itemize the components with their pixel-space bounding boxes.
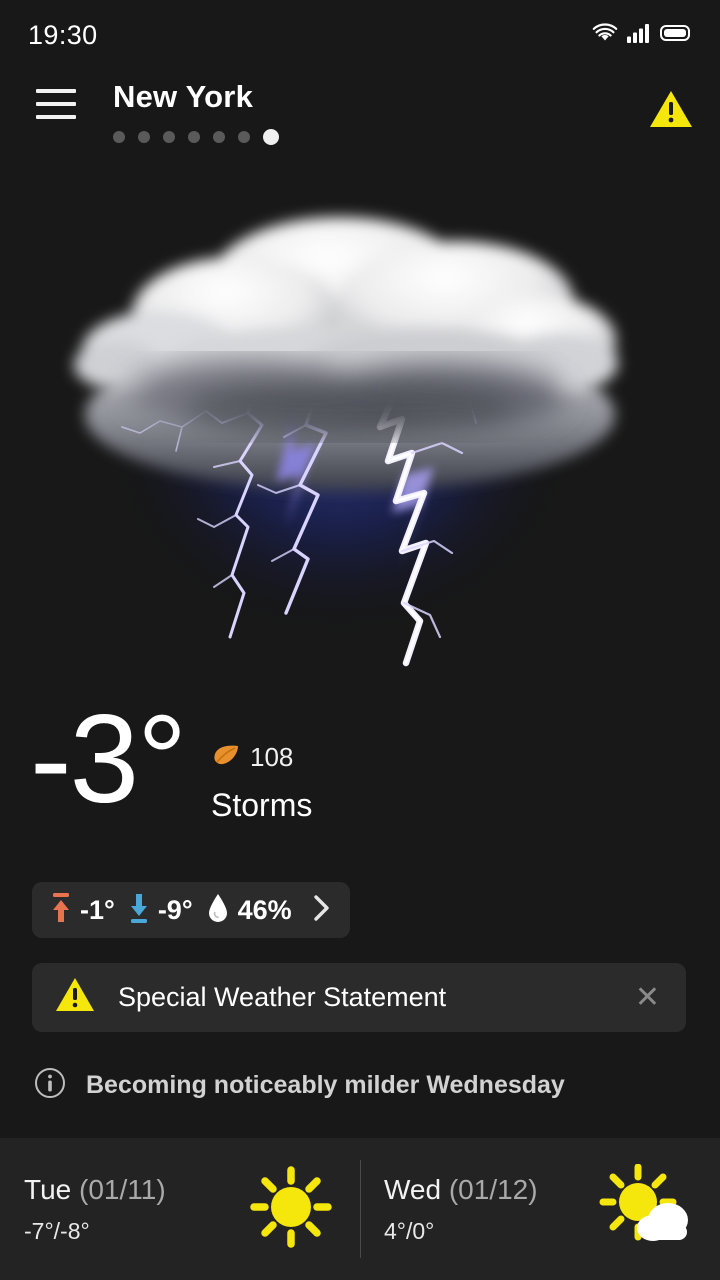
arrow-down-min-temp-icon [128,892,150,929]
forecast-day-tue[interactable]: Tue (01/11) -7°/-8° [0,1138,360,1280]
weather-narrative-row[interactable]: Becoming noticeably milder Wednesday [34,1067,565,1104]
cellular-signal-icon [627,23,651,48]
weather-illustration [0,175,720,705]
sunny-icon [248,1164,334,1255]
forecast-text-group: Wed (01/12) 4°/0° [384,1174,538,1245]
weather-app-screen: 19:30 New York -3° 108 Storms -1° -9° 46… [0,0,720,1280]
battery-icon [660,23,692,48]
current-conditions: -3° 108 Storms [0,697,720,835]
arrow-up-max-temp-icon [50,892,72,929]
forecast-day-label: Tue (01/11) [24,1174,166,1206]
forecast-temperature-range: -7°/-8° [24,1217,90,1244]
app-header: New York [0,72,720,152]
forecast-day-wed[interactable]: Wed (01/12) 4°/0° [360,1138,720,1280]
current-temperature: -3° [30,690,187,829]
air-quality-value: 108 [250,742,294,772]
temperature-humidity-summary-bar[interactable]: -1° -9° 46% [32,882,350,938]
humidity-value: 46% [237,894,292,925]
hamburger-menu-icon[interactable] [36,89,76,119]
partly-cloudy-icon [598,1163,694,1255]
location-pager-dots[interactable] [113,129,279,145]
pager-dot-active[interactable] [263,129,279,145]
humidity-item: 46% [206,892,292,929]
pager-dot[interactable] [188,131,200,143]
status-bar-clock: 19:30 [28,19,98,50]
status-bar: 19:30 [0,0,720,70]
forecast-text-group: Tue (01/11) -7°/-8° [24,1174,166,1245]
info-circle-icon [34,1067,66,1104]
water-droplet-icon [206,892,230,929]
forecast-date: (01/12) [448,1173,538,1205]
low-temperature-item: -9° [128,892,193,929]
close-icon[interactable]: ✕ [631,982,664,1013]
forecast-weekday: Wed [384,1173,449,1205]
air-quality-row[interactable]: 108 [211,742,293,773]
weather-alert-banner[interactable]: Special Weather Statement ✕ [32,963,686,1032]
leaf-icon [211,742,241,773]
alert-title: Special Weather Statement [118,982,447,1012]
daily-forecast-bar: Tue (01/11) -7°/-8° Wed (01/12) 4°/0° [0,1138,720,1280]
warning-triangle-icon[interactable] [648,88,694,135]
low-temperature-value: -9° [157,894,193,925]
forecast-date: (01/11) [79,1173,166,1205]
high-temperature-item: -1° [50,892,115,929]
forecast-weekday: Tue [24,1173,79,1205]
chevron-right-icon[interactable] [312,893,332,928]
high-temperature-value: -1° [80,894,115,925]
pager-dot[interactable] [138,131,150,143]
weather-narrative-text: Becoming noticeably milder Wednesday [86,1071,565,1099]
pager-dot[interactable] [213,131,225,143]
status-bar-icons [592,22,692,48]
pager-dot[interactable] [163,131,175,143]
weather-condition-label: Storms [211,787,313,823]
forecast-day-label: Wed (01/12) [384,1174,538,1206]
forecast-temperature-range: 4°/0° [384,1217,435,1244]
thunderstorm-cloud-lightning-illustration [74,217,618,667]
pager-dot[interactable] [113,131,125,143]
pager-dot[interactable] [238,131,250,143]
warning-triangle-icon [54,976,96,1019]
page-title[interactable]: New York [113,79,253,115]
wifi-icon [592,22,618,48]
